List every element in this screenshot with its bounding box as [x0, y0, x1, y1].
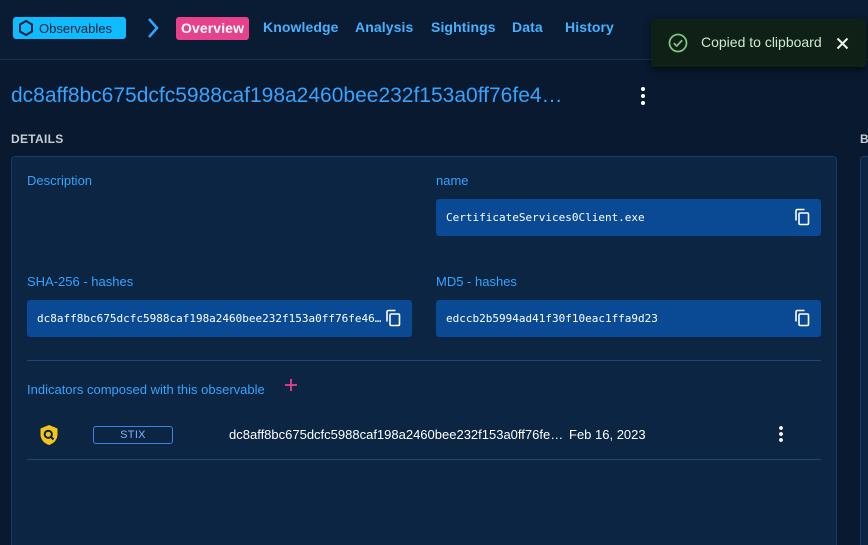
close-icon[interactable] [836, 37, 849, 50]
sha256-value-field: dc8aff8bc675dcfc5988caf198a2460bee232f15… [27, 300, 412, 337]
indicators-label: Indicators composed with this observable [27, 382, 265, 397]
copy-icon[interactable] [794, 309, 810, 327]
right-panel [860, 156, 868, 545]
page-title: dc8aff8bc675dcfc5988caf198a2460bee232f15… [11, 84, 563, 107]
divider [27, 459, 821, 460]
more-options-icon[interactable] [634, 86, 652, 106]
sha256-label: SHA-256 - hashes [27, 274, 134, 289]
details-section-label: DETAILS [11, 132, 64, 146]
toast-message: Copied to clipboard [701, 34, 822, 50]
copy-icon[interactable] [794, 208, 810, 226]
name-value-field: CertificateServices0Client.exe [436, 199, 821, 236]
copy-icon[interactable] [385, 309, 401, 327]
md5-value: edccb2b5994ad41f30f10eac1ffa9d23 [446, 312, 658, 325]
sha256-value: dc8aff8bc675dcfc5988caf198a2460bee232f15… [37, 312, 382, 325]
tab-sightings[interactable]: Sightings [431, 19, 496, 35]
name-label: name [436, 173, 469, 188]
check-circle-icon [668, 33, 688, 53]
tab-data[interactable]: Data [512, 19, 543, 35]
right-section-label: B [860, 132, 868, 146]
stix-badge: STIX [93, 426, 173, 444]
add-indicator-icon[interactable] [284, 378, 298, 392]
md5-value-field: edccb2b5994ad41f30f10eac1ffa9d23 [436, 300, 821, 337]
chevron-right-icon [148, 18, 159, 38]
divider [27, 360, 821, 361]
tab-analysis[interactable]: Analysis [355, 19, 413, 35]
toast-notification: Copied to clipboard [651, 19, 866, 67]
more-options-icon[interactable] [773, 425, 789, 443]
entity-type-chip[interactable]: Observables [13, 17, 126, 39]
tab-knowledge[interactable]: Knowledge [263, 19, 339, 35]
hexagon-icon [19, 20, 33, 36]
tab-history[interactable]: History [565, 19, 614, 35]
tab-overview[interactable]: Overview [176, 17, 250, 40]
description-label: Description [27, 173, 93, 188]
name-value: CertificateServices0Client.exe [446, 211, 645, 224]
md5-label: MD5 - hashes [436, 274, 517, 289]
indicator-date: Feb 16, 2023 [569, 427, 646, 442]
indicator-name[interactable]: dc8aff8bc675dcfc5988caf198a2460bee232f15… [229, 427, 565, 442]
indicator-shield-search-icon [40, 425, 58, 445]
entity-type-label: Observables [39, 20, 112, 36]
